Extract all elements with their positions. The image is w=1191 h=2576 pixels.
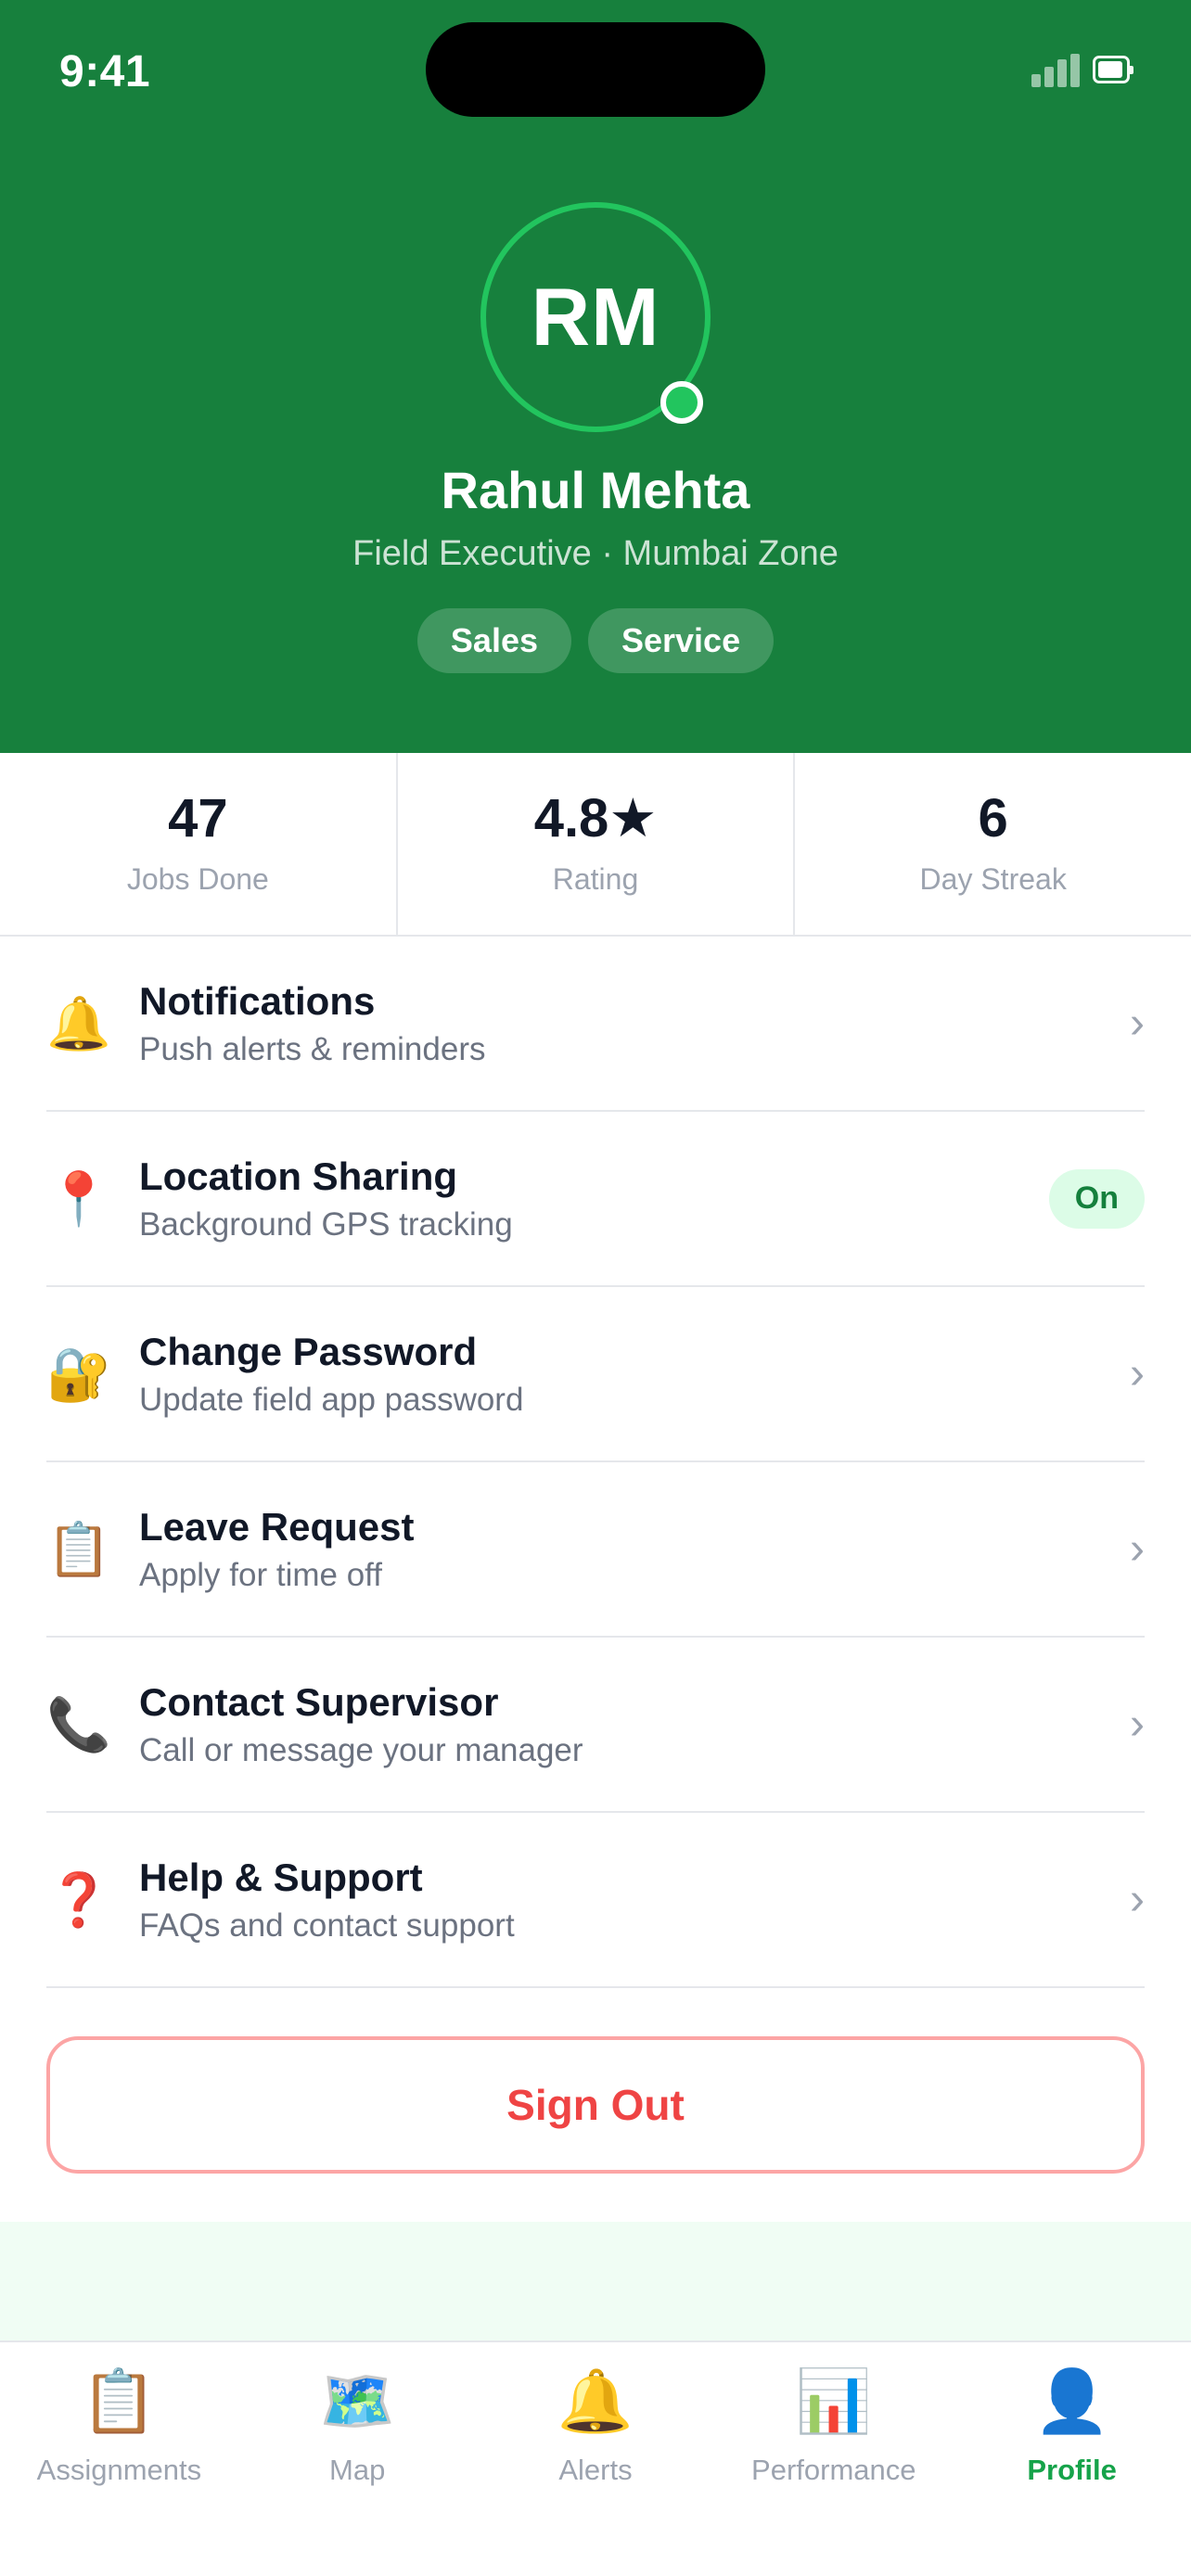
bottom-spacer bbox=[0, 2222, 1191, 2340]
stat-label: Rating bbox=[552, 861, 639, 896]
tab-alerts[interactable]: 🔔 Alerts bbox=[477, 2342, 715, 2576]
menu-item-leave-request[interactable]: 📋 Leave Request Apply for time off › bbox=[46, 1462, 1145, 1638]
menu-item-subtitle: Call or message your manager bbox=[139, 1731, 583, 1768]
battery-icon bbox=[1093, 56, 1133, 83]
stat-label: Day Streak bbox=[919, 861, 1067, 896]
phone-icon: 📞 bbox=[46, 1694, 111, 1753]
user-icon: 👤 bbox=[1033, 2366, 1110, 2435]
stat-rating: 4.8★ Rating bbox=[398, 753, 796, 935]
status-time: 9:41 bbox=[59, 47, 151, 96]
signal-icon bbox=[1031, 54, 1080, 87]
avatar-initials: RM bbox=[531, 271, 660, 363]
stat-jobs-done: 47 Jobs Done bbox=[0, 753, 398, 935]
menu-item-title: Location Sharing bbox=[139, 1154, 458, 1199]
menu-item-title: Notifications bbox=[139, 979, 376, 1024]
location-pin-icon: 📍 bbox=[46, 1168, 111, 1228]
tab-label: Map bbox=[329, 2454, 386, 2486]
user-role: Field Executive · Mumbai Zone bbox=[352, 534, 839, 573]
tag-sales: Sales bbox=[416, 608, 571, 673]
tab-performance[interactable]: 📊 Performance bbox=[714, 2342, 953, 2576]
tab-map[interactable]: 🗺️ Map bbox=[238, 2342, 477, 2576]
help-icon: ❓ bbox=[46, 1869, 111, 1929]
chevron-right-icon: › bbox=[1130, 999, 1145, 1048]
stat-value: 4.8★ bbox=[533, 787, 658, 848]
menu-item-subtitle: Push alerts & reminders bbox=[139, 1030, 486, 1067]
role-tags: Sales Service bbox=[0, 608, 1191, 673]
clipboard-icon: 📋 bbox=[46, 1519, 111, 1578]
sign-out-button[interactable]: Sign Out bbox=[46, 2036, 1145, 2174]
menu-item-subtitle: Apply for time off bbox=[139, 1556, 382, 1593]
lock-icon: 🔐 bbox=[46, 1344, 111, 1403]
menu-item-subtitle: Update field app password bbox=[139, 1381, 524, 1418]
bell-icon: 🔔 bbox=[46, 993, 111, 1052]
tab-label: Profile bbox=[1027, 2454, 1117, 2486]
bell-icon: 🔔 bbox=[557, 2366, 634, 2435]
menu-item-location-sharing[interactable]: 📍 Location Sharing Background GPS tracki… bbox=[46, 1112, 1145, 1287]
menu-item-title: Change Password bbox=[139, 1330, 478, 1374]
bar-chart-icon: 📊 bbox=[795, 2366, 872, 2435]
settings-menu: 🔔 Notifications Push alerts & reminders … bbox=[46, 937, 1145, 1988]
menu-item-title: Contact Supervisor bbox=[139, 1680, 499, 1725]
tab-assignments[interactable]: 📋 Assignments bbox=[0, 2342, 238, 2576]
stat-label: Jobs Done bbox=[126, 861, 269, 896]
stat-value: 6 bbox=[978, 787, 1008, 848]
tab-profile[interactable]: 👤 Profile bbox=[953, 2342, 1191, 2576]
profile-header: 9:41 RM Rahul Mehta Field Executive · Mu… bbox=[0, 0, 1191, 753]
tab-label: Performance bbox=[751, 2454, 916, 2486]
chevron-right-icon: › bbox=[1130, 1349, 1145, 1398]
clipboard-icon: 📋 bbox=[81, 2366, 158, 2435]
tag-service: Service bbox=[587, 608, 775, 673]
menu-item-notifications[interactable]: 🔔 Notifications Push alerts & reminders … bbox=[46, 937, 1145, 1112]
menu-item-change-password[interactable]: 🔐 Change Password Update field app passw… bbox=[46, 1287, 1145, 1462]
chevron-right-icon: › bbox=[1130, 1524, 1145, 1574]
menu-item-title: Help & Support bbox=[139, 1855, 423, 1900]
dynamic-island bbox=[426, 22, 765, 117]
stat-value: 47 bbox=[168, 787, 228, 848]
chevron-right-icon: › bbox=[1130, 1875, 1145, 1924]
menu-item-subtitle: Background GPS tracking bbox=[139, 1205, 513, 1243]
status-bar: 9:41 bbox=[0, 0, 1191, 139]
online-status-dot bbox=[660, 381, 703, 424]
tab-bar: 📋 Assignments 🗺️ Map 🔔 Alerts 📊 Performa… bbox=[0, 2340, 1191, 2576]
stat-day-streak: 6 Day Streak bbox=[795, 753, 1191, 935]
location-status-badge[interactable]: On bbox=[1048, 1168, 1145, 1229]
menu-item-contact-supervisor[interactable]: 📞 Contact Supervisor Call or message you… bbox=[46, 1638, 1145, 1813]
tab-label: Assignments bbox=[36, 2454, 202, 2486]
chevron-right-icon: › bbox=[1130, 1700, 1145, 1749]
menu-item-title: Leave Request bbox=[139, 1505, 415, 1549]
tab-label: Alerts bbox=[558, 2454, 633, 2486]
menu-item-help-support[interactable]: ❓ Help & Support FAQs and contact suppor… bbox=[46, 1813, 1145, 1988]
menu-item-subtitle: FAQs and contact support bbox=[139, 1906, 515, 1944]
map-icon: 🗺️ bbox=[319, 2366, 396, 2435]
user-name: Rahul Mehta bbox=[441, 461, 750, 519]
stats-row: 47 Jobs Done 4.8★ Rating 6 Day Streak bbox=[0, 753, 1191, 937]
